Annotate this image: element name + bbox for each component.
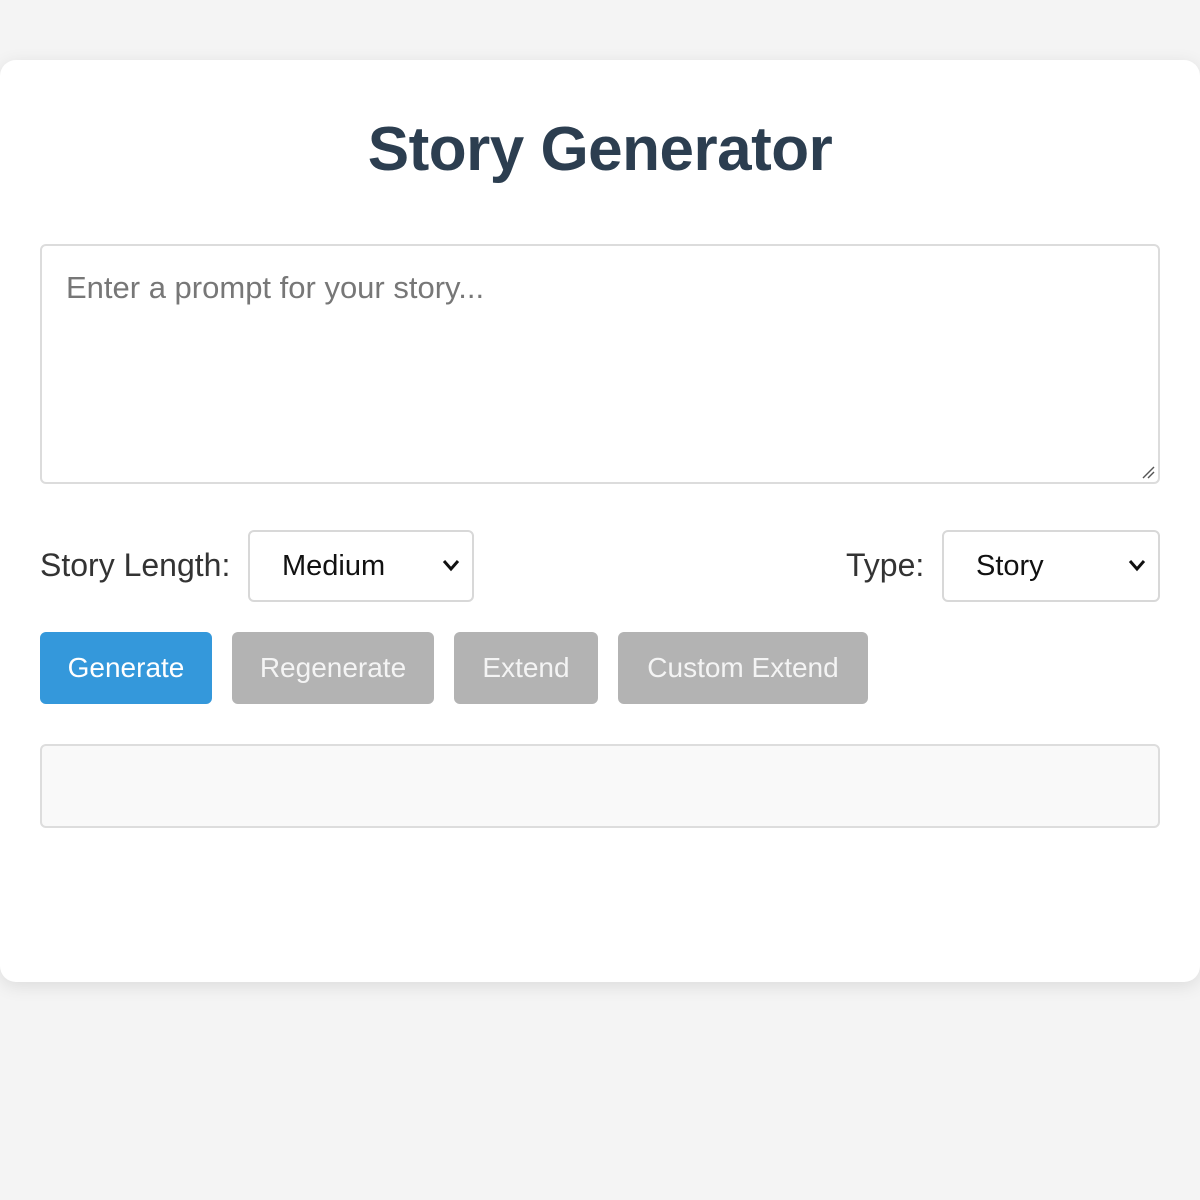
page-title: Story Generator (367, 115, 833, 184)
regenerate-button[interactable]: Regenerate (232, 632, 434, 704)
prompt-input[interactable] (42, 246, 1158, 482)
options-row: Story Length: Medium Type: Story (40, 530, 1160, 602)
custom-extend-button[interactable]: Custom Extend (618, 632, 868, 704)
story-length-select[interactable]: Medium (248, 530, 474, 602)
story-length-selected: Medium (282, 550, 386, 582)
type-label: Type: (846, 547, 925, 583)
extend-button[interactable]: Extend (454, 632, 598, 704)
action-buttons: Generate Regenerate Extend Custom Extend (40, 632, 1160, 704)
story-generator-card: Story Generator Story Length: Medium Typ… (0, 60, 1200, 982)
type-selected: Story (976, 550, 1044, 582)
generate-button[interactable]: Generate (40, 632, 212, 704)
chevron-down-icon (442, 560, 460, 572)
story-length-label: Story Length: (40, 547, 231, 583)
resize-handle-icon[interactable] (1141, 465, 1155, 479)
story-output (40, 744, 1160, 828)
chevron-down-icon (1128, 560, 1146, 572)
type-select[interactable]: Story (942, 530, 1160, 602)
prompt-container (40, 244, 1160, 484)
